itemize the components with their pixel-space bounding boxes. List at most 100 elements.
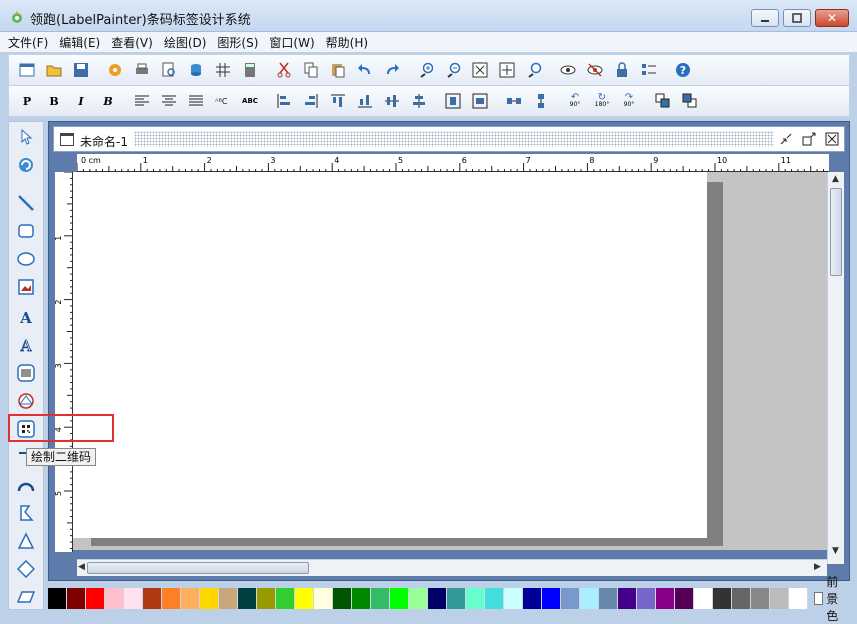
- bring-to-front-icon[interactable]: [651, 90, 675, 112]
- color-swatch[interactable]: [751, 588, 770, 609]
- color-swatch[interactable]: [143, 588, 162, 609]
- properties-icon[interactable]: [637, 59, 661, 81]
- color-swatch[interactable]: [542, 588, 561, 609]
- color-swatch[interactable]: [789, 588, 808, 609]
- color-swatch[interactable]: [656, 588, 675, 609]
- color-swatch[interactable]: [124, 588, 143, 609]
- color-swatch[interactable]: [466, 588, 485, 609]
- database-icon[interactable]: [184, 59, 208, 81]
- align-bottom-edge-icon[interactable]: [353, 90, 377, 112]
- color-swatch[interactable]: [713, 588, 732, 609]
- undo-icon[interactable]: [353, 59, 377, 81]
- barcode-tool-icon[interactable]: [15, 362, 37, 384]
- rotate-left-90-button[interactable]: ↶ 90°: [563, 90, 587, 112]
- italic-button[interactable]: I: [69, 90, 93, 112]
- line-tool-icon[interactable]: [15, 192, 37, 214]
- color-swatch[interactable]: [770, 588, 789, 609]
- outline-text-tool-icon[interactable]: A: [15, 334, 37, 356]
- minimize-button[interactable]: [751, 9, 779, 27]
- rotate-180-button[interactable]: ↻ 180°: [590, 90, 614, 112]
- align-top-edge-icon[interactable]: [326, 90, 350, 112]
- label-paper[interactable]: [73, 172, 707, 538]
- close-button[interactable]: ✕: [815, 9, 849, 27]
- horizontal-scroll-thumb[interactable]: [87, 562, 309, 574]
- color-swatch[interactable]: [371, 588, 390, 609]
- zoom-actual-icon[interactable]: [522, 59, 546, 81]
- lock-icon[interactable]: [610, 59, 634, 81]
- rotate-right-90-button[interactable]: ↷ 90°: [617, 90, 641, 112]
- select-pointer-icon[interactable]: [15, 126, 37, 148]
- triangle-tool-icon[interactable]: [15, 530, 37, 552]
- scroll-left-icon[interactable]: ◀: [78, 562, 85, 572]
- color-swatch[interactable]: [48, 588, 67, 609]
- foreground-checkbox[interactable]: [814, 592, 824, 605]
- rounded-rect-tool-icon[interactable]: [15, 220, 37, 242]
- color-swatch[interactable]: [67, 588, 86, 609]
- help-icon[interactable]: ?: [671, 59, 695, 81]
- send-to-back-icon[interactable]: [678, 90, 702, 112]
- image-tool-icon[interactable]: [15, 276, 37, 298]
- zoom-out-icon[interactable]: [441, 59, 465, 81]
- open-folder-icon[interactable]: [42, 59, 66, 81]
- copy-icon[interactable]: [299, 59, 323, 81]
- horizontal-scrollbar[interactable]: ◀ ▶: [77, 559, 827, 576]
- new-file-icon[interactable]: [15, 59, 39, 81]
- grid-icon[interactable]: [211, 59, 235, 81]
- align-justify-icon[interactable]: [184, 90, 208, 112]
- color-swatch[interactable]: [618, 588, 637, 609]
- align-center-v-icon[interactable]: [380, 90, 404, 112]
- color-swatch[interactable]: [580, 588, 599, 609]
- color-swatch[interactable]: [276, 588, 295, 609]
- print-preview-icon[interactable]: [157, 59, 181, 81]
- color-swatch[interactable]: [637, 588, 656, 609]
- zoom-page-icon[interactable]: [495, 59, 519, 81]
- foreground-color-toggle[interactable]: 前景色: [814, 573, 850, 624]
- redo-icon[interactable]: [380, 59, 404, 81]
- color-swatch[interactable]: [694, 588, 713, 609]
- doc-minimize-icon[interactable]: [778, 131, 794, 147]
- color-swatch[interactable]: [352, 588, 371, 609]
- bold-italic-button[interactable]: B: [96, 90, 120, 112]
- eye-hide-icon[interactable]: [583, 59, 607, 81]
- eye-icon[interactable]: [556, 59, 580, 81]
- color-swatch[interactable]: [200, 588, 219, 609]
- color-swatch[interactable]: [485, 588, 504, 609]
- color-swatch[interactable]: [390, 588, 409, 609]
- maximize-button[interactable]: [783, 9, 811, 27]
- menu-file[interactable]: 文件(F): [8, 34, 48, 51]
- vertical-scrollbar[interactable]: ▲ ▼: [827, 172, 844, 564]
- color-swatch[interactable]: [732, 588, 751, 609]
- color-swatch[interactable]: [238, 588, 257, 609]
- plain-text-button[interactable]: P: [15, 90, 39, 112]
- arc-tool-icon[interactable]: [15, 474, 37, 496]
- equal-height-icon[interactable]: [529, 90, 553, 112]
- ellipse-tool-icon[interactable]: [15, 248, 37, 270]
- abc-button[interactable]: ABC: [238, 90, 262, 112]
- color-swatch[interactable]: [181, 588, 200, 609]
- zoom-fit-icon[interactable]: [468, 59, 492, 81]
- color-swatch[interactable]: [504, 588, 523, 609]
- text-effect-icon[interactable]: ᴬᴮC: [211, 90, 235, 112]
- canvas-area[interactable]: [73, 172, 827, 550]
- menu-view[interactable]: 查看(V): [111, 34, 153, 51]
- align-left-icon[interactable]: [130, 90, 154, 112]
- scroll-up-icon[interactable]: ▲: [832, 174, 839, 184]
- scroll-down-icon[interactable]: ▼: [832, 546, 839, 556]
- color-swatch[interactable]: [409, 588, 428, 609]
- color-swatch[interactable]: [105, 588, 124, 609]
- polygon-tool-icon[interactable]: [15, 502, 37, 524]
- center-horizontal-icon[interactable]: [441, 90, 465, 112]
- center-vertical-icon[interactable]: [468, 90, 492, 112]
- menu-edit[interactable]: 编辑(E): [59, 34, 100, 51]
- scroll-right-icon[interactable]: ▶: [814, 562, 821, 572]
- doc-restore-icon[interactable]: [801, 131, 817, 147]
- color-swatch[interactable]: [675, 588, 694, 609]
- doc-close-icon[interactable]: [824, 131, 840, 147]
- align-center-icon[interactable]: [157, 90, 181, 112]
- paste-icon[interactable]: [326, 59, 350, 81]
- color-swatch[interactable]: [447, 588, 466, 609]
- parallelogram-tool-icon[interactable]: [15, 586, 37, 608]
- color-swatch[interactable]: [257, 588, 276, 609]
- color-swatch[interactable]: [314, 588, 333, 609]
- align-left-edge-icon[interactable]: [272, 90, 296, 112]
